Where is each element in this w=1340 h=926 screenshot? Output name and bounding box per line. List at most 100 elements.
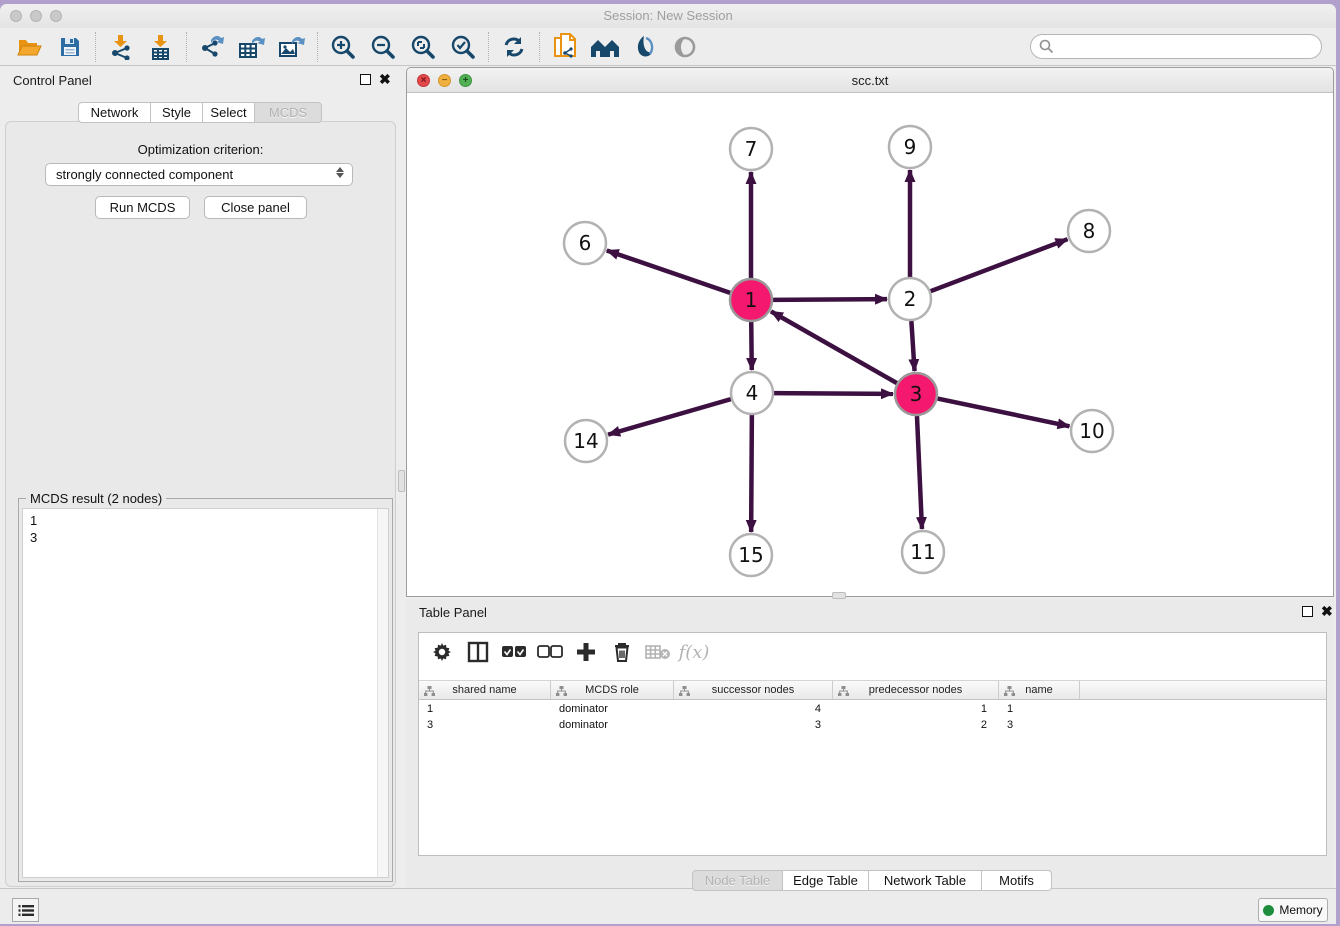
zoom-in-icon[interactable] bbox=[323, 31, 363, 63]
edge-3-11[interactable] bbox=[917, 416, 922, 529]
graph-node-label: 10 bbox=[1079, 419, 1104, 443]
result-line: 3 bbox=[30, 529, 388, 546]
edge-4-14[interactable] bbox=[608, 399, 731, 435]
delete-column-icon[interactable] bbox=[607, 637, 637, 667]
column-tree-icon bbox=[556, 686, 567, 696]
criterion-dropdown[interactable]: strongly connected component bbox=[45, 163, 353, 186]
close-table-panel-icon[interactable]: ✖ bbox=[1321, 603, 1333, 619]
edge-1-4[interactable] bbox=[751, 322, 752, 370]
edge-3-1[interactable] bbox=[771, 311, 897, 383]
graph-node-label: 8 bbox=[1083, 219, 1096, 243]
export-table-icon[interactable] bbox=[232, 31, 272, 63]
tab-edge-table[interactable]: Edge Table bbox=[783, 870, 869, 891]
tab-motifs[interactable]: Motifs bbox=[982, 870, 1052, 891]
apply-style-icon[interactable] bbox=[625, 31, 665, 63]
close-panel-button[interactable]: Close panel bbox=[204, 196, 307, 219]
edge-1-2[interactable] bbox=[773, 299, 887, 300]
application-window: Session: New Session bbox=[0, 4, 1336, 924]
network-canvas[interactable]: 7968124314101511 bbox=[407, 93, 1333, 596]
table-cell[interactable]: 3 bbox=[419, 717, 551, 733]
save-icon[interactable] bbox=[50, 31, 90, 63]
table-header-row: shared nameMCDS rolesuccessor nodesprede… bbox=[419, 680, 1326, 700]
export-network-icon[interactable] bbox=[192, 31, 232, 63]
float-table-panel-icon[interactable] bbox=[1302, 606, 1313, 617]
table-cell[interactable]: 2 bbox=[833, 717, 999, 733]
settings-gear-icon[interactable] bbox=[427, 637, 457, 667]
zoom-fit-icon[interactable] bbox=[403, 31, 443, 63]
close-panel-icon[interactable]: ✖ bbox=[379, 71, 391, 87]
table-tabs: Node TableEdge TableNetwork TableMotifs bbox=[692, 870, 1052, 891]
main-toolbar bbox=[0, 28, 1336, 66]
select-all-icon[interactable] bbox=[499, 637, 529, 667]
split-columns-icon[interactable] bbox=[463, 637, 493, 667]
graph-node-label: 6 bbox=[579, 231, 592, 255]
table-cell[interactable]: 1 bbox=[833, 701, 999, 717]
tab-style[interactable]: Style bbox=[151, 102, 203, 123]
table-cell[interactable]: dominator bbox=[551, 717, 674, 733]
edge-4-3[interactable] bbox=[774, 393, 893, 394]
function-builder-icon: f(x) bbox=[679, 637, 709, 667]
edge-4-15[interactable] bbox=[751, 415, 752, 532]
table-cell[interactable]: 1 bbox=[419, 701, 551, 717]
result-line: 1 bbox=[30, 512, 388, 529]
table-cell[interactable]: 3 bbox=[999, 717, 1080, 733]
memory-button[interactable]: Memory bbox=[1258, 898, 1328, 922]
control-panel-title: Control Panel bbox=[13, 73, 92, 88]
hide-panels-icon[interactable] bbox=[585, 31, 625, 63]
task-history-icon[interactable] bbox=[12, 898, 39, 922]
splitter-grip-vertical[interactable] bbox=[398, 470, 405, 492]
search-input[interactable] bbox=[1030, 34, 1322, 59]
network-window-titlebar[interactable]: × − + scc.txt bbox=[407, 68, 1333, 93]
import-network-icon[interactable] bbox=[101, 31, 141, 63]
mcds-panel: Optimization criterion: strongly connect… bbox=[5, 121, 396, 887]
column-header-MCDS-role[interactable]: MCDS role bbox=[551, 681, 674, 699]
show-graphics-icon[interactable] bbox=[665, 31, 705, 63]
table-cell[interactable]: 1 bbox=[999, 701, 1080, 717]
graph-node-label: 3 bbox=[910, 382, 923, 406]
table-cell[interactable]: dominator bbox=[551, 701, 674, 717]
edge-1-6[interactable] bbox=[607, 250, 730, 292]
edge-2-8[interactable] bbox=[931, 239, 1068, 291]
zoom-out-icon[interactable] bbox=[363, 31, 403, 63]
float-panel-icon[interactable] bbox=[360, 74, 371, 85]
toolbar-separator bbox=[186, 32, 187, 62]
table-row[interactable]: 1dominator411 bbox=[419, 701, 1326, 717]
edge-2-3[interactable] bbox=[911, 321, 914, 371]
splitter-grip-horizontal[interactable] bbox=[832, 592, 846, 599]
table-panel-header: Table Panel ✖ bbox=[406, 599, 1334, 625]
control-panel-header: Control Panel ✖ bbox=[0, 67, 402, 93]
table-cell[interactable]: 3 bbox=[674, 717, 833, 733]
add-column-icon[interactable] bbox=[571, 637, 601, 667]
mcds-result-textarea[interactable]: 13 bbox=[22, 508, 389, 878]
run-mcds-button[interactable]: Run MCDS bbox=[95, 196, 190, 219]
toolbar-separator bbox=[488, 32, 489, 62]
network-view-window: × − + scc.txt 7968124314101511 bbox=[406, 67, 1334, 597]
graph-node-label: 9 bbox=[904, 135, 917, 159]
table-cell[interactable]: 4 bbox=[674, 701, 833, 717]
open-folder-icon[interactable] bbox=[10, 31, 50, 63]
refresh-icon[interactable] bbox=[494, 31, 534, 63]
column-header-name[interactable]: name bbox=[999, 681, 1080, 699]
clone-network-icon[interactable] bbox=[545, 31, 585, 63]
import-table-icon[interactable] bbox=[141, 31, 181, 63]
search-container bbox=[1030, 34, 1322, 59]
search-icon bbox=[1039, 39, 1054, 54]
result-scrollbar[interactable] bbox=[377, 509, 388, 877]
export-image-icon[interactable] bbox=[272, 31, 312, 63]
control-panel: Control Panel ✖ Network Style Select MCD… bbox=[0, 67, 402, 890]
table-row[interactable]: 3dominator323 bbox=[419, 717, 1326, 733]
tab-node-table[interactable]: Node Table bbox=[692, 870, 783, 891]
tab-network-table[interactable]: Network Table bbox=[869, 870, 982, 891]
chevron-up-down-icon bbox=[336, 167, 344, 178]
edge-3-10[interactable] bbox=[938, 399, 1070, 427]
deselect-all-icon[interactable] bbox=[535, 637, 565, 667]
column-header-shared-name[interactable]: shared name bbox=[419, 681, 551, 699]
zoom-selected-icon[interactable] bbox=[443, 31, 483, 63]
table-toolbar: f(x) bbox=[419, 633, 1326, 671]
graph-node-label: 11 bbox=[910, 540, 935, 564]
column-header-predecessor-nodes[interactable]: predecessor nodes bbox=[833, 681, 999, 699]
tab-select[interactable]: Select bbox=[203, 102, 255, 123]
column-header-successor-nodes[interactable]: successor nodes bbox=[674, 681, 833, 699]
tab-mcds[interactable]: MCDS bbox=[255, 102, 322, 123]
tab-network[interactable]: Network bbox=[78, 102, 151, 123]
